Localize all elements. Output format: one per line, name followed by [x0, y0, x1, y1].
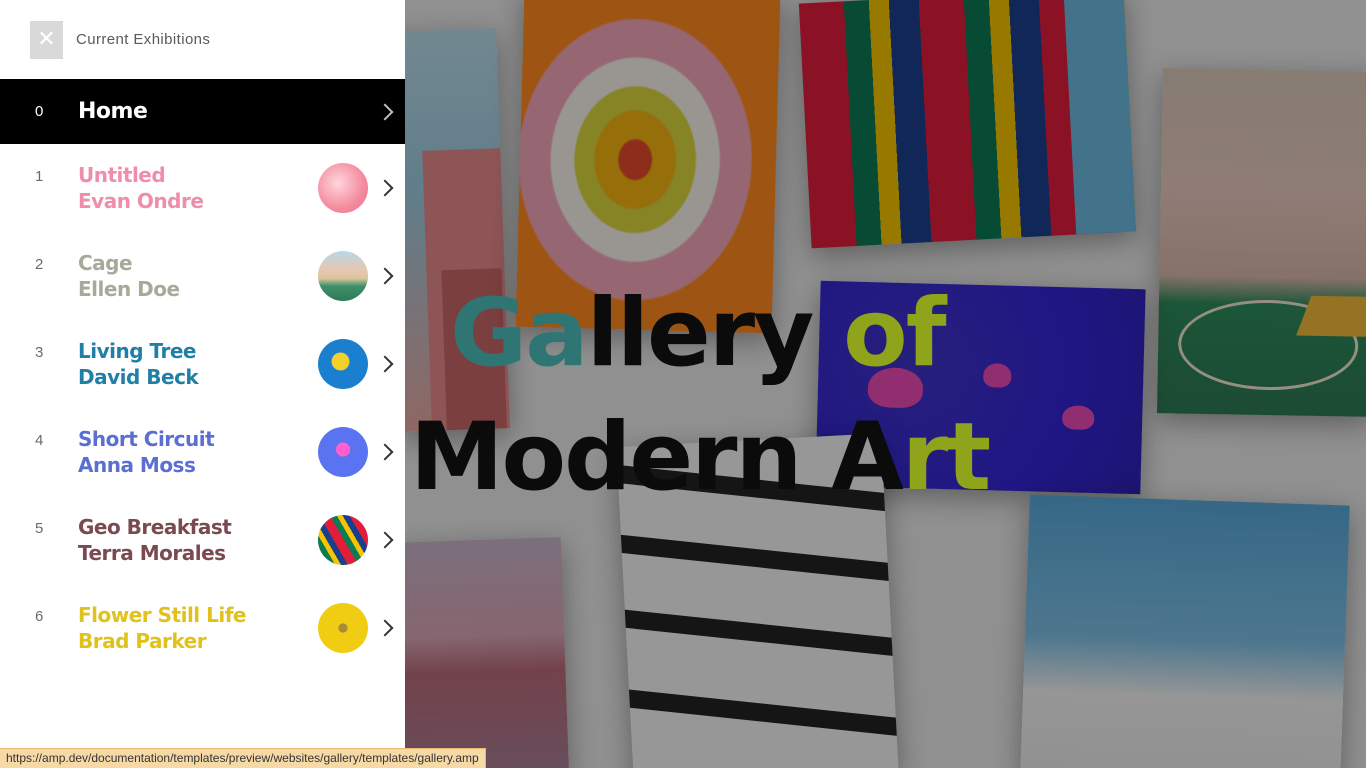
- item-label: Home: [78, 99, 148, 124]
- exhibition-item[interactable]: 1 Untitled Evan Ondre: [0, 144, 405, 232]
- item-number: 0: [35, 103, 44, 120]
- thumbnail: [318, 339, 368, 389]
- hero-title-part: Ga: [450, 279, 589, 388]
- status-bar-url: https://amp.dev/documentation/templates/…: [0, 748, 486, 768]
- item-number: 3: [35, 344, 44, 361]
- chevron-right-icon: [376, 355, 394, 373]
- item-artist: Evan Ondre: [78, 189, 204, 213]
- thumbnail: [318, 515, 368, 565]
- chevron-right-icon: [376, 443, 394, 461]
- thumbnail: [318, 251, 368, 301]
- hero-title-part: of: [843, 279, 946, 388]
- item-number: 4: [35, 432, 44, 449]
- sidebar-item-home[interactable]: 0 Home: [0, 79, 405, 144]
- item-artist: David Beck: [78, 365, 199, 389]
- hero-title: Gallery of Modern Art: [410, 272, 991, 520]
- exhibitions-sidebar: ✕ Current Exhibitions 0 Home 1 Untitled …: [0, 0, 405, 768]
- item-number: 6: [35, 608, 44, 625]
- hero-title-part: rt: [901, 403, 991, 512]
- item-texts: Geo Breakfast Terra Morales: [78, 514, 318, 566]
- thumbnail: [318, 163, 368, 213]
- chevron-right-icon: [376, 619, 394, 637]
- chevron-right-icon: [376, 103, 394, 120]
- close-icon: ✕: [37, 27, 56, 52]
- chevron-right-icon: [376, 267, 394, 285]
- item-texts: Flower Still Life Brad Parker: [78, 602, 318, 654]
- exhibition-item[interactable]: 5 Geo Breakfast Terra Morales: [0, 496, 405, 584]
- sidebar-header: ✕ Current Exhibitions: [0, 0, 405, 79]
- chevron-right-icon: [376, 179, 394, 197]
- thumbnail: [318, 427, 368, 477]
- item-title: Short Circuit: [78, 427, 215, 451]
- hero-title-part: llery: [586, 279, 844, 388]
- item-title: Living Tree: [78, 339, 196, 363]
- exhibition-item[interactable]: 2 Cage Ellen Doe: [0, 232, 405, 320]
- item-number: 2: [35, 256, 44, 273]
- item-artist: Brad Parker: [78, 629, 207, 653]
- item-texts: Living Tree David Beck: [78, 338, 318, 390]
- item-texts: Short Circuit Anna Moss: [78, 426, 318, 478]
- item-texts: Untitled Evan Ondre: [78, 162, 318, 214]
- item-texts: Cage Ellen Doe: [78, 250, 318, 302]
- exhibition-list: 1 Untitled Evan Ondre 2 Cage Ellen Doe 3…: [0, 144, 405, 672]
- chevron-right-icon: [376, 531, 394, 549]
- exhibition-item[interactable]: 3 Living Tree David Beck: [0, 320, 405, 408]
- thumbnail: [318, 603, 368, 653]
- exhibition-item[interactable]: 4 Short Circuit Anna Moss: [0, 408, 405, 496]
- item-number: 5: [35, 520, 44, 537]
- item-artist: Terra Morales: [78, 541, 226, 565]
- sidebar-title: Current Exhibitions: [76, 31, 211, 48]
- item-title: Flower Still Life: [78, 603, 246, 627]
- item-number: 1: [35, 168, 44, 185]
- item-artist: Anna Moss: [78, 453, 196, 477]
- item-title: Untitled: [78, 163, 166, 187]
- close-button[interactable]: ✕: [30, 20, 63, 59]
- hero-title-part: Modern A: [410, 403, 904, 512]
- exhibition-item[interactable]: 6 Flower Still Life Brad Parker: [0, 584, 405, 672]
- item-title: Geo Breakfast: [78, 515, 232, 539]
- item-artist: Ellen Doe: [78, 277, 180, 301]
- item-title: Cage: [78, 251, 133, 275]
